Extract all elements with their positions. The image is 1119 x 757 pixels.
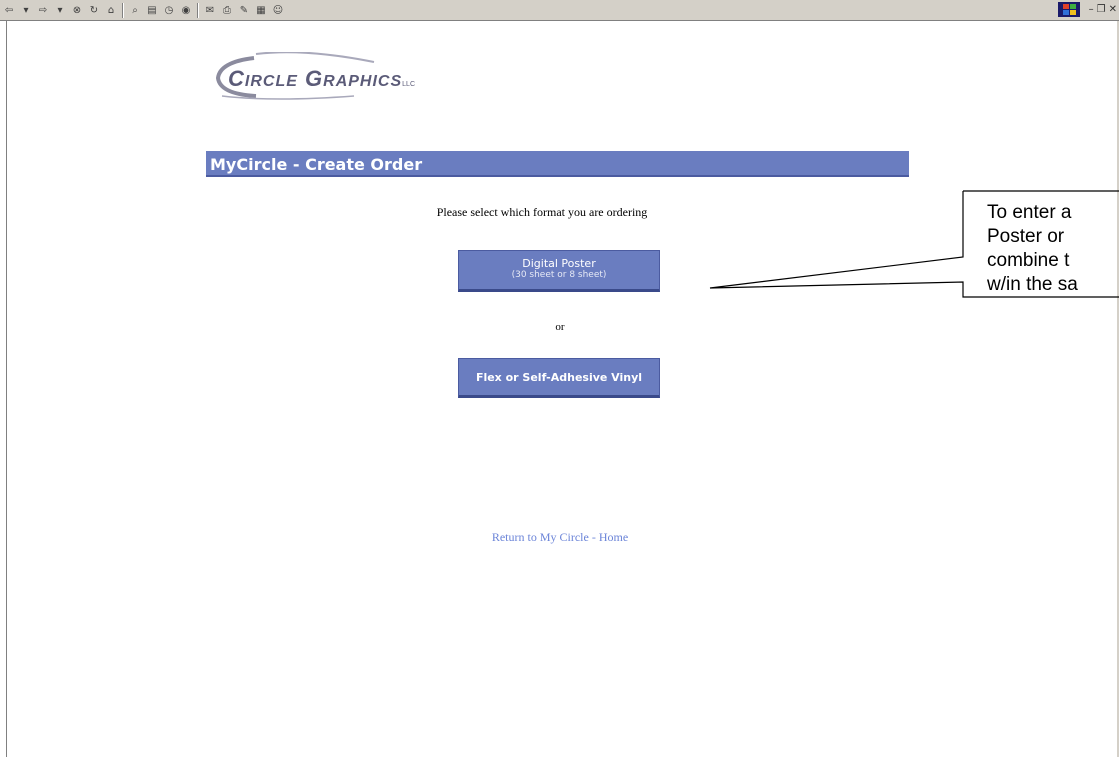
stop-icon[interactable]: ⊗ <box>70 3 84 17</box>
close-icon[interactable]: ✕ <box>1109 4 1117 15</box>
circle-graphics-logo: CIRCLE GRAPHICSLLC <box>214 52 504 102</box>
back-icon[interactable]: ⇦ <box>2 3 16 17</box>
discuss-icon[interactable]: ▦ <box>254 3 268 17</box>
logo-letter-g: G <box>305 66 324 91</box>
restore-icon[interactable]: ❐ <box>1097 4 1106 15</box>
windows-logo-icon <box>1057 2 1080 17</box>
digital-poster-label: Digital Poster <box>522 257 596 270</box>
toolbar-separator <box>122 2 124 18</box>
callout-line: To enter a <box>987 202 1072 223</box>
history-icon[interactable]: ◷ <box>162 3 176 17</box>
toolbar-separator <box>197 2 199 18</box>
callout-line: Poster or <box>987 226 1065 247</box>
callout-line: combine t <box>987 250 1070 271</box>
flex-vinyl-button[interactable]: Flex or Self-Adhesive Vinyl <box>458 358 660 398</box>
logo-letter-c: C <box>228 66 245 91</box>
or-separator-text: or <box>555 321 565 333</box>
logo-word-raphics: RAPHICS <box>323 73 403 90</box>
edit-icon[interactable]: ✎ <box>237 3 251 17</box>
logo-llc: LLC <box>402 81 415 88</box>
logo-text: CIRCLE GRAPHICSLLC <box>228 66 415 92</box>
format-prompt: Please select which format you are order… <box>436 205 648 219</box>
search-icon[interactable]: ⌕ <box>128 3 142 17</box>
callout-line: w/in the sa <box>987 274 1078 291</box>
logo-word-ircle: IRCLE <box>244 73 298 90</box>
page-title: MyCircle - Create Order <box>210 155 423 174</box>
window-controls: – ❐ ✕ <box>1057 2 1117 17</box>
return-home-link[interactable]: Return to My Circle - Home <box>420 530 700 545</box>
window-frame-left <box>0 21 7 757</box>
forward-icon[interactable]: ⇨ <box>36 3 50 17</box>
browser-toolbar: ⇦ ▾ ⇨ ▾ ⊗ ↻ ⌂ ⌕ ▤ ◷ ◉ ✉ ⎙ ✎ ▦ ☺ – ❐ ✕ <box>0 0 1119 21</box>
digital-poster-sublabel: (30 sheet or 8 sheet) <box>511 270 607 280</box>
favorites-icon[interactable]: ▤ <box>145 3 159 17</box>
dropdown-icon[interactable]: ▾ <box>53 3 67 17</box>
refresh-icon[interactable]: ↻ <box>87 3 101 17</box>
mail-icon[interactable]: ✉ <box>203 3 217 17</box>
print-icon[interactable]: ⎙ <box>220 3 234 17</box>
flex-vinyl-label: Flex or Self-Adhesive Vinyl <box>475 371 643 384</box>
callout-text: To enter a Poster or combine t w/in the … <box>987 201 1119 291</box>
minimize-icon[interactable]: – <box>1089 4 1094 15</box>
home-icon[interactable]: ⌂ <box>104 3 118 17</box>
dropdown-icon[interactable]: ▾ <box>19 3 33 17</box>
media-icon[interactable]: ◉ <box>179 3 193 17</box>
digital-poster-button[interactable]: Digital Poster (30 sheet or 8 sheet) <box>458 250 660 292</box>
page-title-bar: MyCircle - Create Order <box>206 151 909 177</box>
messenger-icon[interactable]: ☺ <box>271 3 285 17</box>
